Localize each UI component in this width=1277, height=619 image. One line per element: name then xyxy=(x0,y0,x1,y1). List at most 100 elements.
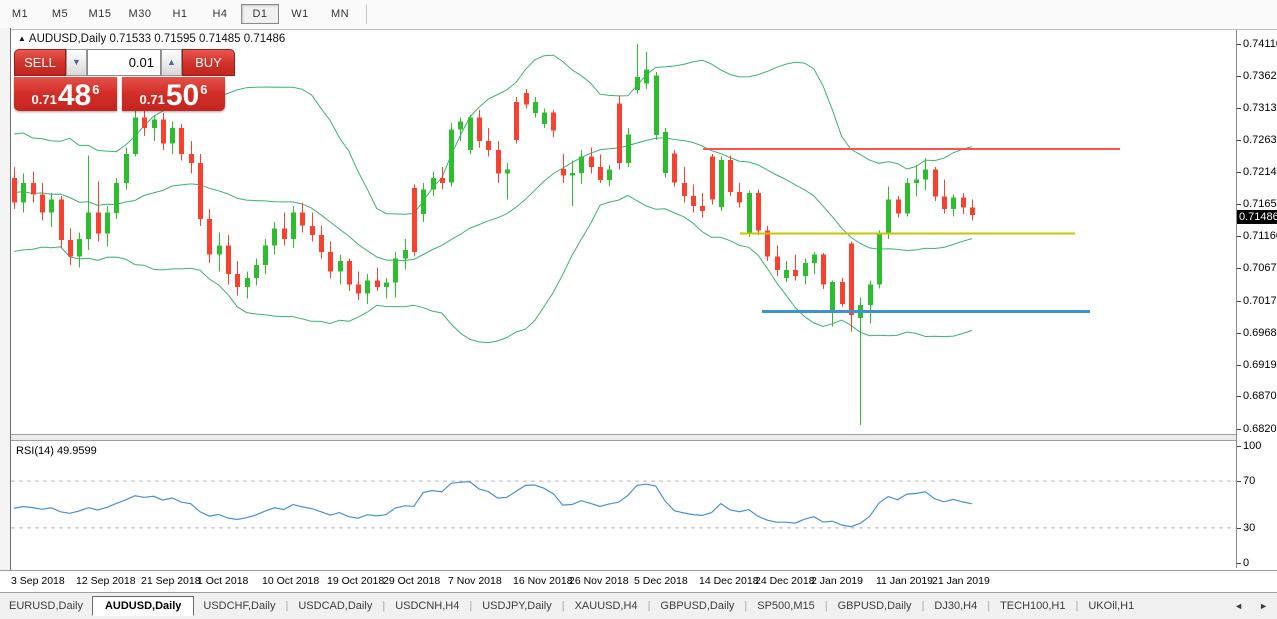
candle-body-bear xyxy=(375,280,380,287)
candle-body-bear xyxy=(849,243,854,315)
candle-body-bull xyxy=(291,212,296,239)
timeframe-button-m30[interactable]: M30 xyxy=(121,4,159,24)
toolbar-separator xyxy=(366,4,367,24)
chart-tab-gbpusd-daily[interactable]: GBPUSD,Daily xyxy=(829,597,921,615)
candle-body-bear xyxy=(31,182,36,195)
candle-body-bear xyxy=(142,117,147,128)
price-tick-mark xyxy=(1237,268,1241,270)
rsi-chart-canvas[interactable] xyxy=(11,441,1236,568)
chart-tab-usdcad-daily[interactable]: USDCAD,Daily xyxy=(289,597,381,615)
buy-price-button[interactable]: 0.71 50 6 xyxy=(122,77,225,111)
tab-separator: | xyxy=(647,600,651,612)
price-tick-label: 0.73620 xyxy=(1243,69,1277,82)
chart-tab-usdchf-daily[interactable]: USDCHF,Daily xyxy=(194,597,284,615)
current-price-badge: 0.71486 xyxy=(1237,209,1277,224)
price-tick-label: 0.74110 xyxy=(1243,38,1277,50)
rsi-tick-mark xyxy=(1237,563,1241,564)
chart-tab-xauusd-h4[interactable]: XAUUSD,H4 xyxy=(566,597,647,615)
price-tick-mark xyxy=(1237,236,1241,238)
price-tick-mark xyxy=(1237,364,1241,366)
rsi-indicator-pane[interactable]: RSI(14) 49.9599 xyxy=(11,441,1236,568)
rsi-tick-mark xyxy=(1237,527,1241,529)
candle-body-bear xyxy=(282,228,287,239)
timeframe-button-h4[interactable]: H4 xyxy=(201,4,239,24)
date-tick-label: 24 Dec 2018 xyxy=(755,575,815,587)
volume-increase-button[interactable]: ▲ xyxy=(161,49,182,76)
chart-tab-bar: EURUSD,Daily AUDUSD,Daily USDCHF,Daily | USD… xyxy=(0,592,1277,619)
candle-body-bull xyxy=(170,128,175,144)
chart-title: ▲ AUDUSD,Daily 0.71533 0.71595 0.71485 0.… xyxy=(18,33,285,45)
rsi-tick-label: 0 xyxy=(1243,557,1250,569)
timeframe-button-m5[interactable]: M5 xyxy=(41,4,79,24)
timeframe-button-m15[interactable]: M15 xyxy=(81,4,119,24)
chart-tab-audusd-daily[interactable]: AUDUSD,Daily xyxy=(91,596,195,616)
timeframe-button-w1[interactable]: W1 xyxy=(281,4,319,24)
candle-body-bull xyxy=(607,169,612,181)
candle-body-bear xyxy=(691,195,696,207)
candle-body-bear xyxy=(486,141,491,151)
price-tick-mark xyxy=(1237,107,1241,109)
bollinger-middle-band xyxy=(13,137,973,262)
volume-decrease-button[interactable]: ▼ xyxy=(66,49,87,76)
candle-body-bull xyxy=(719,160,724,207)
candle-body-bear xyxy=(672,153,677,183)
timeframe-button-d1[interactable]: D1 xyxy=(241,4,279,24)
chart-tab-ukoil-h1[interactable]: UKOil,H1 xyxy=(1079,597,1143,615)
sell-price-prefix: 0.71 xyxy=(31,92,57,107)
date-tick-label: 19 Oct 2018 xyxy=(327,575,385,587)
candle-body-bull xyxy=(505,169,510,174)
sell-button[interactable]: SELL xyxy=(14,49,66,76)
pane-splitter[interactable] xyxy=(11,434,1277,441)
candle-body-bear xyxy=(793,270,798,276)
chart-tab-usdcnh-h4[interactable]: USDCNH,H4 xyxy=(386,597,468,615)
buy-button[interactable]: BUY xyxy=(182,49,235,76)
rsi-tick-label: 100 xyxy=(1243,440,1262,452)
candle-body-bull xyxy=(77,238,82,257)
candle-body-bull xyxy=(868,284,873,306)
date-axis[interactable]: 3 Sep 2018 12 Sep 2018 21 Sep 2018 1 Oct 20… xyxy=(0,570,1277,593)
sell-price-button[interactable]: 0.71 48 6 xyxy=(14,77,117,111)
candle-body-bear xyxy=(207,219,212,255)
tab-separator: | xyxy=(744,600,748,612)
candle-body-bull xyxy=(747,193,752,233)
tab-scroll-right-button[interactable]: ► xyxy=(1256,599,1271,613)
candle-body-bear xyxy=(440,178,445,183)
chart-tab-tech100-h1[interactable]: TECH100,H1 xyxy=(991,597,1074,615)
price-tick-label: 0.71160 xyxy=(1243,230,1277,243)
one-click-trading-panel: SELL ▼ ▲ BUY 0.71 48 6 0.71 50 6 xyxy=(14,49,235,111)
candle-body-bear xyxy=(896,199,901,214)
tab-separator: | xyxy=(921,600,925,612)
timeframe-button-h1[interactable]: H1 xyxy=(161,4,199,24)
price-axis[interactable]: 0.74110 0.73620 0.73130 0.72630 0.72140 0.716… xyxy=(1236,30,1277,569)
date-tick-label: 21 Jan 2019 xyxy=(932,575,990,587)
price-tick-label: 0.69190 xyxy=(1243,358,1277,371)
bollinger-lower-band xyxy=(13,194,973,344)
rsi-indicator-label: RSI(14) 49.9599 xyxy=(16,445,97,457)
tab-separator: | xyxy=(824,600,828,612)
buy-price-prefix: 0.71 xyxy=(139,92,165,107)
candle-body-bull xyxy=(365,280,370,294)
candle-body-bull xyxy=(784,270,789,278)
candle-body-bull xyxy=(393,258,398,283)
tab-scroll-left-button[interactable]: ◄ xyxy=(1231,599,1246,613)
candle-body-bear xyxy=(189,154,194,164)
price-tick-mark xyxy=(1237,44,1241,45)
date-tick-label: 12 Sep 2018 xyxy=(76,575,136,587)
price-chart-pane[interactable]: ▲ AUDUSD,Daily 0.71533 0.71595 0.71485 0.… xyxy=(11,30,1236,433)
chart-ohlc-values: 0.71533 0.71595 0.71485 0.71486 xyxy=(109,33,286,45)
timeframe-toolbar: M1 M5 M15 M30 H1 H4 D1 W1 MN xyxy=(0,0,1277,29)
chart-area: ▲ AUDUSD,Daily 0.71533 0.71595 0.71485 0.… xyxy=(0,28,1277,593)
candle-body-bull xyxy=(458,121,463,130)
chart-tab-usdjpy-daily[interactable]: USDJPY,Daily xyxy=(473,597,561,615)
timeframe-button-mn[interactable]: MN xyxy=(321,4,359,24)
chart-tab-sp500-m15[interactable]: SP500,M15 xyxy=(748,597,823,615)
volume-input[interactable] xyxy=(87,49,161,76)
timeframe-button-m1[interactable]: M1 xyxy=(1,4,39,24)
candle-body-bear xyxy=(933,169,938,197)
chart-tab-eurusd-daily[interactable]: EURUSD,Daily xyxy=(0,597,92,615)
chart-tab-dj30-h4[interactable]: DJ30,H4 xyxy=(925,597,986,615)
sell-price-pip-digit: 6 xyxy=(92,82,100,97)
candle-body-bull xyxy=(626,134,631,164)
date-tick-label: 7 Nov 2018 xyxy=(448,575,502,587)
chart-tab-gbpusd-daily[interactable]: GBPUSD,Daily xyxy=(651,597,743,615)
